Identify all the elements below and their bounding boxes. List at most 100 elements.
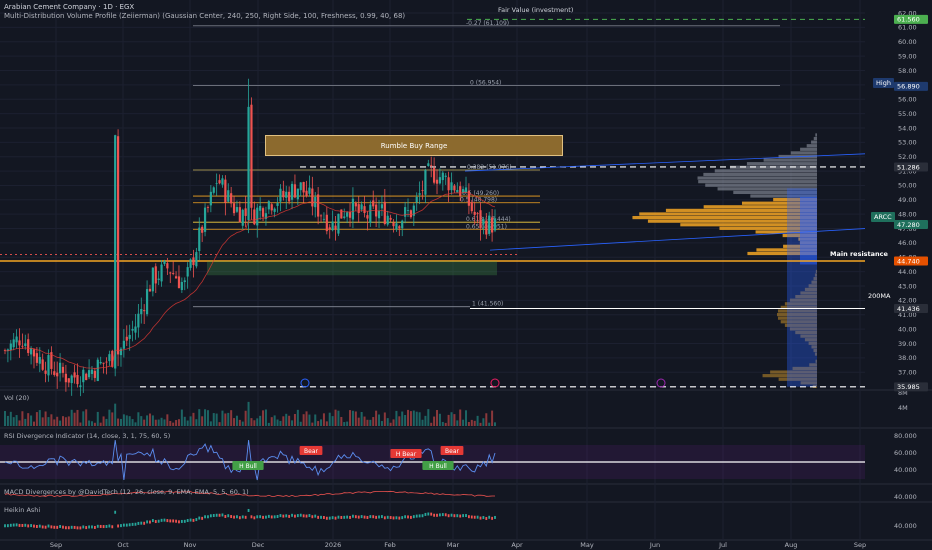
- volume-bar: [160, 417, 163, 426]
- candle-body: [386, 215, 389, 225]
- volume-bar: [465, 410, 468, 426]
- volume-bar: [404, 414, 407, 426]
- heikin-ashi-candle: [250, 515, 253, 519]
- heikin-ashi-candle: [395, 516, 398, 520]
- volume-bar: [346, 421, 349, 426]
- volume-bar: [93, 422, 96, 426]
- candle-body: [464, 187, 468, 193]
- heikin-ashi-candle: [12, 523, 15, 527]
- candle-body: [122, 340, 125, 349]
- heikin-ashi-candle: [244, 515, 247, 519]
- volume-bar: [383, 412, 386, 426]
- time-axis-label: Apr: [511, 541, 523, 549]
- heikin-ashi-candle: [296, 514, 299, 518]
- candle-body: [366, 215, 369, 219]
- rsi-divergence-label: Bear: [445, 448, 459, 455]
- heikin-ashi-candle: [421, 514, 424, 518]
- heikin-ashi-candle: [76, 526, 79, 530]
- heikin-ashi-candle: [59, 525, 61, 529]
- candle-body: [180, 281, 183, 290]
- price-axis-label: 55.00: [898, 110, 917, 118]
- volume-bar: [125, 415, 128, 426]
- candles: [3, 78, 497, 397]
- heikin-ashi-candle: [456, 514, 459, 518]
- volume-bar: [238, 419, 241, 426]
- time-axis-label: May: [580, 541, 594, 549]
- candle-body: [395, 223, 398, 230]
- rsi-divergence-label: Bear: [304, 448, 318, 455]
- heikin-ashi-candle: [331, 516, 334, 520]
- volume-bar: [64, 417, 67, 426]
- price-axis-label: 48.00: [898, 210, 917, 218]
- heikin-ashi-candle: [352, 514, 354, 518]
- heikin-ashi-candle: [212, 514, 215, 518]
- heikin-ashi-candle: [317, 515, 320, 519]
- heikin-ashi-candle: [215, 513, 218, 517]
- candle-body: [383, 201, 386, 225]
- volume-bar: [337, 410, 340, 426]
- heikin-ashi-candle: [117, 524, 119, 528]
- candle-body: [308, 187, 311, 194]
- volume-bar: [90, 421, 93, 426]
- heikin-ashi-candle: [47, 524, 50, 528]
- candle-body: [70, 375, 73, 384]
- heikin-ashi-candle: [328, 516, 331, 520]
- candle-body: [319, 215, 323, 217]
- heikin-ashi-candle: [282, 514, 285, 518]
- rsi-axis-label: 40.000: [894, 466, 917, 474]
- price-axis-label: 53.00: [898, 139, 917, 147]
- volume-bar: [128, 416, 131, 426]
- volume-bar: [276, 419, 279, 426]
- heikin-ashi-candle: [70, 525, 73, 529]
- main-resistance-label: Main resistance: [830, 250, 888, 258]
- rsi-pane-label: RSI Divergence Indicator (14, close, 3, …: [4, 432, 171, 440]
- candle-body: [108, 354, 111, 362]
- volume-bar: [415, 411, 418, 426]
- candle-body: [102, 362, 105, 364]
- heikin-ashi-candle: [134, 522, 137, 526]
- volume-bar: [218, 422, 221, 426]
- heikin-ashi-candle: [93, 525, 96, 529]
- profile-bar: [815, 133, 817, 137]
- candle-body: [157, 278, 160, 280]
- candle-body: [56, 372, 59, 377]
- heikin-ashi-candle: [340, 515, 343, 519]
- candle-body: [348, 211, 352, 218]
- heikin-ashi-candle: [241, 515, 244, 519]
- heikin-ashi-candle: [4, 524, 6, 528]
- volume-bar: [444, 422, 447, 426]
- heikin-ashi-candle: [262, 515, 264, 519]
- candle-body: [253, 209, 256, 225]
- candle-body: [203, 207, 207, 232]
- volume-bar: [241, 421, 244, 426]
- candle-body: [195, 252, 198, 267]
- heikin-ashi-candle: [398, 516, 401, 520]
- volume-bar: [140, 416, 143, 426]
- volume-bar: [154, 419, 157, 426]
- heikin-ashi-candle: [102, 525, 105, 529]
- candle-body: [44, 370, 47, 374]
- volume-bar: [35, 412, 38, 426]
- volume-bar: [67, 416, 70, 426]
- volume-bar: [430, 422, 433, 426]
- price-axis-label: 38.00: [898, 354, 917, 362]
- volume-bar: [322, 413, 325, 426]
- heikin-ashi-candle: [9, 523, 12, 527]
- heikin-ashi-candle: [285, 514, 288, 518]
- heikin-ashi-candle: [73, 525, 76, 529]
- candle-body: [363, 206, 366, 213]
- high-label: High: [873, 78, 894, 88]
- profile-bar: [763, 158, 817, 162]
- heikin-ashi-candle: [270, 515, 273, 519]
- heikin-ashi-candle: [450, 513, 453, 517]
- price-tag-text: 41.436: [897, 305, 920, 313]
- heikin-ashi-candle: [430, 512, 433, 516]
- volume-bar: [32, 421, 35, 426]
- candle-body: [140, 308, 143, 315]
- candle-body: [215, 183, 218, 185]
- candle-body: [64, 373, 67, 383]
- heikin-ashi-candle: [360, 515, 363, 519]
- volume-bar: [21, 411, 24, 426]
- candle-body: [96, 359, 99, 382]
- candle-body: [221, 178, 224, 185]
